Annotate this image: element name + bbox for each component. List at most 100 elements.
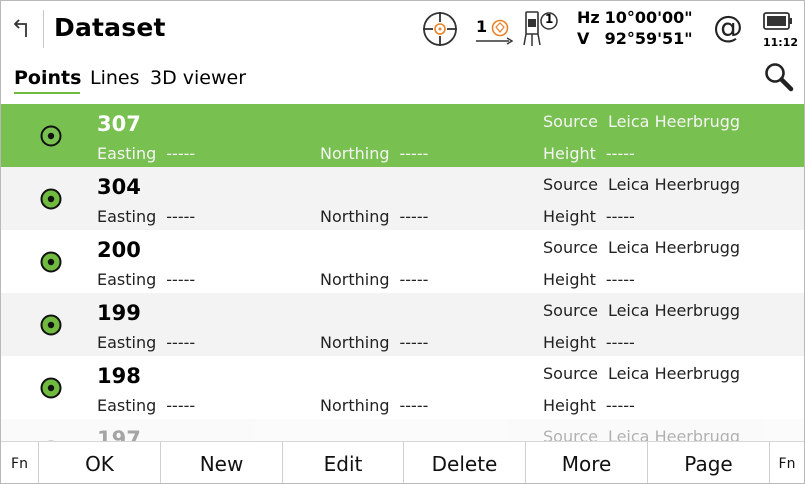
easting-value: ----- — [166, 396, 196, 415]
point-icon — [40, 188, 62, 210]
point-id: 304 — [97, 175, 141, 199]
source-field: Source Leica Heerbrugg — [543, 175, 740, 194]
source-label: Source — [543, 175, 598, 194]
more-button[interactable]: More — [526, 442, 648, 483]
northing-label: Northing — [320, 396, 390, 415]
baseline-arrow-icon — [476, 37, 514, 45]
point-id: 197 — [97, 427, 141, 441]
source-field: Source Leica Heerbrugg — [543, 112, 740, 131]
back-arrow-icon[interactable] — [9, 13, 37, 43]
height-value: ----- — [605, 333, 635, 352]
point-row[interactable]: 198 Source Leica Heerbrugg Easting ----- Nort… — [1, 356, 804, 419]
source-value: Leica Heerbrugg — [607, 112, 741, 131]
point-row[interactable]: 307 Source Leica Heerbrugg Easting ----- Nort… — [1, 104, 804, 167]
softkey-bar: Fn OK New Edit Delete More Page Fn — [1, 441, 804, 483]
ok-button[interactable]: OK — [39, 442, 161, 483]
source-label: Source — [543, 427, 598, 441]
northing-field: Northing ----- — [320, 270, 428, 289]
app-frame: Dataset 1 1 Hz 10°00'00" V 92°59'51" @ 1… — [0, 0, 805, 484]
height-field: Height ----- — [543, 333, 635, 352]
source-label: Source — [543, 112, 598, 131]
source-value: Leica Heerbrugg — [607, 364, 741, 383]
easting-value: ----- — [166, 270, 196, 289]
source-label: Source — [543, 364, 598, 383]
hz-value: 10°00'00" — [604, 8, 693, 27]
easting-label: Easting — [97, 207, 157, 226]
point-row[interactable]: 197SourceLeica HeerbruggEasting-----Nort… — [1, 419, 804, 441]
height-label: Height — [543, 207, 596, 226]
height-field: Height ----- — [543, 144, 635, 163]
easting-label: Easting — [97, 270, 157, 289]
height-label: Height — [543, 396, 596, 415]
v-reading: V 92°59'51" — [577, 29, 693, 48]
delete-button[interactable]: Delete — [404, 442, 526, 483]
easting-value: ----- — [166, 207, 196, 226]
point-id: 200 — [97, 238, 141, 262]
point-icon — [40, 251, 62, 273]
height-field: Height ----- — [543, 396, 635, 415]
easting-label: Easting — [97, 396, 157, 415]
instrument-face-icon[interactable]: 1 — [523, 9, 561, 49]
fn-left-button[interactable]: Fn — [1, 442, 39, 483]
point-list[interactable]: 307 Source Leica Heerbrugg Easting ----- Nort… — [1, 104, 804, 441]
height-field: Height ----- — [543, 270, 635, 289]
point-id: 307 — [97, 112, 141, 136]
title-bar: Dataset 1 1 Hz 10°00'00" V 92°59'51" @ 1… — [1, 1, 804, 56]
page-button[interactable]: Page — [648, 442, 770, 483]
northing-value: ----- — [399, 144, 429, 163]
search-icon[interactable] — [763, 61, 795, 93]
point-icon — [40, 377, 62, 399]
new-button[interactable]: New — [161, 442, 283, 483]
easting-value: ----- — [166, 144, 196, 163]
source-field: Source Leica Heerbrugg — [543, 427, 740, 441]
v-value: 92°59'51" — [604, 29, 693, 48]
target-crosshair-icon[interactable] — [421, 10, 459, 52]
page-title: Dataset — [54, 13, 166, 42]
height-label: Height — [543, 270, 596, 289]
height-value: ----- — [605, 144, 635, 163]
connection-at-icon[interactable]: @ — [713, 10, 743, 45]
height-label: Height — [543, 333, 596, 352]
northing-label: Northing — [320, 270, 390, 289]
tab-bar: Points Lines 3D viewer — [1, 61, 804, 101]
point-row[interactable]: 199 Source Leica Heerbrugg Easting ----- Nort… — [1, 293, 804, 356]
source-label: Source — [543, 301, 598, 320]
source-value: Leica Heerbrugg — [607, 427, 741, 441]
height-label: Height — [543, 144, 596, 163]
hz-reading: Hz 10°00'00" — [577, 8, 693, 27]
active-tab-indicator — [14, 92, 80, 94]
point-row[interactable]: 200 Source Leica Heerbrugg Easting ----- Nort… — [1, 230, 804, 293]
fn-right-button[interactable]: Fn — [770, 442, 804, 483]
point-id: 198 — [97, 364, 141, 388]
northing-field: Northing ----- — [320, 333, 428, 352]
northing-label: Northing — [320, 333, 390, 352]
easting-value: ----- — [166, 333, 196, 352]
tab-points[interactable]: Points — [14, 67, 81, 89]
easting-field: Easting ----- — [97, 270, 195, 289]
easting-field: Easting ----- — [97, 207, 195, 226]
northing-value: ----- — [399, 396, 429, 415]
height-value: ----- — [605, 270, 635, 289]
prism-indicator[interactable]: 1 — [475, 15, 515, 45]
battery-icon[interactable] — [763, 11, 793, 35]
clock-time: 11:12 — [763, 36, 799, 49]
edit-button[interactable]: Edit — [283, 442, 404, 483]
height-value: ----- — [605, 396, 635, 415]
instrument-badge: 1 — [545, 12, 554, 26]
point-row[interactable]: 304 Source Leica Heerbrugg Easting ----- Nort… — [1, 167, 804, 230]
source-value: Leica Heerbrugg — [607, 238, 741, 257]
height-value: ----- — [605, 207, 635, 226]
source-value: Leica Heerbrugg — [607, 301, 741, 320]
northing-value: ----- — [399, 207, 429, 226]
tab-3d-viewer[interactable]: 3D viewer — [150, 67, 246, 89]
tab-lines[interactable]: Lines — [90, 67, 140, 89]
northing-field: Northing ----- — [320, 144, 428, 163]
easting-label: Easting — [97, 333, 157, 352]
prism-icon — [491, 19, 509, 37]
source-field: Source Leica Heerbrugg — [543, 301, 740, 320]
easting-field: Easting ----- — [97, 333, 195, 352]
northing-field: Northing ----- — [320, 396, 428, 415]
easting-field: Easting ----- — [97, 396, 195, 415]
height-field: Height ----- — [543, 207, 635, 226]
v-label: V — [577, 29, 590, 48]
